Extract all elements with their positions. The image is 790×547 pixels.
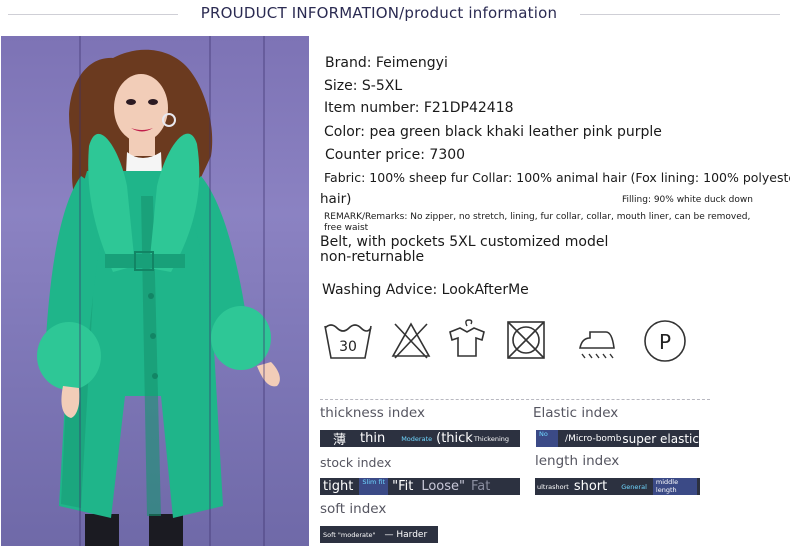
stock-label-tight: tight — [323, 479, 354, 494]
hang-dry-icon — [446, 318, 488, 366]
thickness-label-moderate: Moderate — [401, 434, 433, 443]
stock-label-fat: Fat — [471, 479, 491, 494]
dry-clean-p-icon: P — [643, 318, 689, 368]
elastic-label-super-elastic: super elastic — [622, 431, 699, 446]
washing-advice-text: Washing Advice: LookAfterMe — [322, 282, 529, 298]
thickness-label-thickening: Thickening — [473, 434, 510, 443]
thickness-label-bo: 薄 — [333, 433, 347, 447]
product-photo — [1, 36, 309, 546]
fabric-text-line1: Fabric: 100% sheep fur Collar: 100% anim… — [324, 170, 790, 185]
length-index-scale: ultrashort short General middle length — [535, 478, 700, 495]
remark-text-line1: REMARK/Remarks: No zipper, no stretch, l… — [324, 212, 751, 222]
low-iron-icon — [576, 318, 620, 366]
remark-text-line2: free waist — [324, 223, 369, 233]
do-not-bleach-icon — [390, 318, 432, 366]
fabric-text-line2: hair) — [320, 191, 352, 207]
thickness-label-thick: (thick — [436, 431, 473, 446]
size-text: Size: S-5XL — [324, 78, 403, 94]
counter-price-text: Counter price: 7300 — [325, 147, 466, 163]
header-rule-right — [580, 14, 780, 15]
page-title: PROUDUCT INFORMATION/product information — [200, 4, 558, 22]
length-label-short: short — [573, 479, 608, 494]
filling-text: Filling: 90% white duck down — [622, 195, 753, 205]
soft-label-harder: — Harder — [384, 529, 428, 540]
svg-text:P: P — [659, 330, 671, 354]
elastic-index-scale: No /Micro-bomb super elastic — [536, 430, 699, 447]
section-divider — [320, 399, 710, 400]
color-text: Color: pea green black khaki leather pin… — [324, 124, 662, 140]
belt-text-line2: non-returnable — [320, 249, 425, 265]
stock-label-fit: "Fit — [392, 479, 414, 494]
brand-text: Brand: Feimengyi — [325, 55, 448, 71]
length-label-general: General — [621, 482, 647, 491]
length-index-title: length index — [535, 453, 620, 469]
thickness-index-title: thickness index — [320, 405, 425, 421]
stock-label-slim-fit: Slim fit — [359, 478, 389, 495]
soft-index-scale: Soft "moderate" — Harder — [320, 526, 438, 543]
svg-text:30: 30 — [339, 339, 357, 355]
item-number-text: Item number: F21DP42418 — [324, 100, 514, 116]
soft-index-title: soft index — [320, 501, 387, 517]
elastic-label-micro-bomb: /Micro-bomb — [565, 433, 622, 444]
header-rule-left — [8, 14, 178, 15]
elastic-index-title: Elastic index — [533, 405, 619, 421]
elastic-label-no: No — [536, 430, 559, 447]
stock-index-title: stock index — [320, 455, 392, 470]
belt-text-line1: Belt, with pockets 5XL customized model — [320, 234, 609, 250]
length-label-ultrashort: ultrashort — [537, 482, 569, 491]
do-not-tumble-dry-icon — [505, 318, 547, 366]
stock-label-loose: Loose" — [421, 479, 465, 494]
length-label-middle-length: middle length — [652, 478, 697, 495]
stock-index-scale: tight Slim fit "Fit Loose" Fat — [320, 478, 520, 495]
thickness-index-scale: 薄 thin Moderate (thick Thickening — [320, 430, 520, 447]
thickness-label-thin: thin — [360, 431, 386, 446]
wash-30-icon: 30 — [322, 318, 374, 366]
soft-label-soft-moderate: Soft "moderate" — [323, 530, 376, 539]
